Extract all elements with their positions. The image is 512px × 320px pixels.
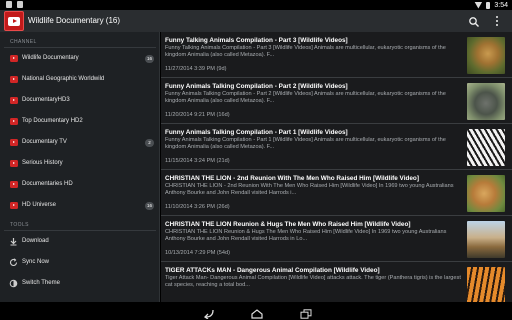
sync-icon (9, 258, 18, 267)
sync-now-button[interactable]: Sync Now (0, 253, 160, 273)
youtube-icon (10, 76, 18, 83)
channel-header: CHANNEL (10, 39, 37, 45)
video-title: Funny Talking Animals Compilation - Part… (165, 37, 348, 44)
switch-theme-button[interactable]: Switch Theme (0, 274, 160, 294)
download-icon (9, 237, 18, 246)
app-logo-icon[interactable] (4, 11, 24, 31)
sidebar-item-channel[interactable]: Serious History (0, 154, 160, 174)
video-thumbnail (467, 267, 505, 302)
youtube-icon (10, 202, 18, 209)
sidebar-item-channel[interactable]: HD Universe 16 (0, 196, 160, 216)
video-date: 11/20/2014 9:21 PM (16d) (165, 112, 230, 118)
youtube-icon (10, 139, 18, 146)
battery-icon (486, 1, 491, 9)
video-title: CHRISTIAN THE LION - 2nd Reunion With Th… (165, 175, 419, 182)
channel-label: National Geographic Worldwild (22, 76, 105, 82)
sidebar: CHANNEL Wildlife Documentary 16 National… (0, 32, 160, 302)
sidebar-item-channel[interactable]: Wildlife Documentary 16 (0, 49, 160, 69)
video-thumbnail (467, 221, 505, 258)
action-bar: Wildlife Documentary (16) (0, 10, 512, 32)
youtube-icon (10, 97, 18, 104)
sidebar-item-channel[interactable]: Top Documentary HD2 (0, 112, 160, 132)
notification-icons (6, 1, 23, 8)
video-list-item[interactable]: CHRISTIAN THE LION Reunion & Hugs The Me… (161, 216, 512, 262)
video-date: 10/13/2014 7:29 PM (54d) (165, 250, 230, 256)
status-time: 3:54 (494, 1, 508, 9)
video-title: CHRISTIAN THE LION Reunion & Hugs The Me… (165, 221, 411, 228)
channel-label: HD Universe (22, 202, 57, 208)
count-badge: 16 (144, 55, 154, 63)
download-button[interactable]: Download (0, 232, 160, 252)
video-description: Funny Talking Animals Compilation - Part… (165, 45, 446, 58)
channel-label: Serious History (22, 160, 63, 166)
youtube-icon (10, 55, 18, 62)
count-badge: 2 (145, 139, 154, 147)
video-description: Funny Animals Talking Compilation - Part… (165, 91, 446, 104)
search-icon[interactable] (468, 15, 480, 27)
video-title: TIGER ATTACKs MAN - Dangerous Animal Com… (165, 267, 380, 274)
video-description: Funny Animals Talking Compilation - Part… (165, 137, 446, 150)
video-thumbnail (467, 37, 505, 74)
tool-label: Sync Now (22, 259, 50, 265)
back-icon[interactable] (201, 306, 214, 320)
youtube-icon (10, 160, 18, 167)
sidebar-item-channel[interactable]: National Geographic Worldwild (0, 70, 160, 90)
youtube-icon (10, 118, 18, 125)
tool-label: Switch Theme (22, 280, 60, 286)
video-list: Funny Talking Animals Compilation - Part… (161, 32, 512, 302)
navigation-bar (0, 302, 512, 320)
video-title: Funny Animals Talking Compilation - Part… (165, 129, 348, 136)
video-list-item[interactable]: Funny Animals Talking Compilation - Part… (161, 78, 512, 124)
video-list-item[interactable]: TIGER ATTACKs MAN - Dangerous Animal Com… (161, 262, 512, 302)
divider (4, 230, 156, 231)
sidebar-item-channel[interactable]: Documentary TV 2 (0, 133, 160, 153)
theme-icon (9, 279, 18, 288)
video-title: Funny Animals Talking Compilation - Part… (165, 83, 348, 90)
status-bar: 3:54 (0, 0, 512, 10)
video-description: CHRISTIAN THE LION - 2nd Reunion With Th… (165, 183, 454, 196)
channel-label: Top Documentary HD2 (22, 118, 83, 124)
channel-label: DocumentaryHD3 (22, 97, 70, 103)
video-description: CHRISTIAN THE LION Reunion & Hugs The Me… (165, 229, 447, 242)
video-thumbnail (467, 175, 505, 212)
channel-label: Documentary TV (22, 139, 67, 145)
count-badge: 16 (144, 202, 154, 210)
notification-icon (6, 1, 12, 8)
lock-icon (17, 1, 23, 8)
video-date: 11/27/2014 3:39 PM (9d) (165, 66, 227, 72)
recent-apps-icon[interactable] (299, 306, 312, 319)
channel-label: Documentaries HD (22, 181, 73, 187)
sidebar-item-channel[interactable]: Documentaries HD (0, 175, 160, 195)
video-thumbnail (467, 129, 505, 166)
app-title: Wildlife Documentary (16) (28, 16, 121, 25)
video-description: Tiger Attack Man- Dangerous Animal Compi… (165, 275, 461, 288)
video-list-item[interactable]: Funny Talking Animals Compilation - Part… (161, 32, 512, 78)
sidebar-item-channel[interactable]: DocumentaryHD3 (0, 91, 160, 111)
home-icon[interactable] (250, 306, 263, 319)
video-date: 11/15/2014 3:24 PM (21d) (165, 158, 230, 164)
video-thumbnail (467, 83, 505, 120)
divider (4, 47, 156, 48)
wifi-icon (474, 1, 483, 9)
tools-header: TOOLS (10, 222, 29, 228)
channel-label: Wildlife Documentary (22, 55, 79, 61)
video-list-item[interactable]: CHRISTIAN THE LION - 2nd Reunion With Th… (161, 170, 512, 216)
tool-label: Download (22, 238, 49, 244)
video-date: 11/10/2014 3:26 PM (26d) (165, 204, 230, 210)
overflow-menu-icon[interactable] (494, 15, 500, 27)
youtube-icon (10, 181, 18, 188)
video-list-item[interactable]: Funny Animals Talking Compilation - Part… (161, 124, 512, 170)
